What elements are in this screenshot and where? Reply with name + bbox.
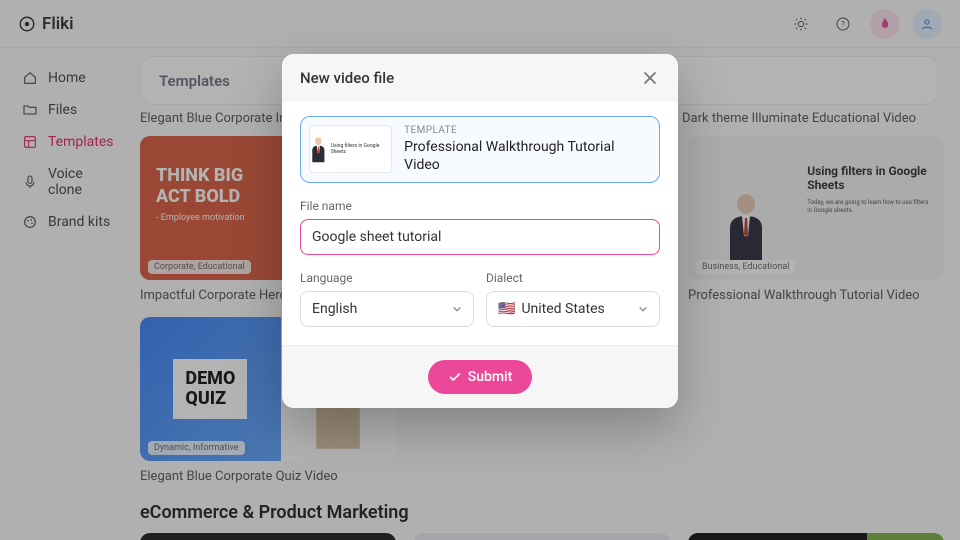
close-icon (640, 68, 660, 88)
language-select[interactable]: English (300, 291, 474, 327)
file-name-label: File name (300, 199, 660, 213)
language-label: Language (300, 271, 474, 285)
modal-title: New video file (300, 69, 394, 87)
template-thumb-text: Using filters in Google Sheets (331, 143, 391, 155)
new-video-modal: New video file Using filters in Google S… (282, 54, 678, 408)
presenter-avatar-icon (310, 130, 327, 168)
chevron-down-icon (638, 304, 648, 314)
template-name: Professional Walkthrough Tutorial Video (404, 138, 651, 174)
dialect-select[interactable]: 🇺🇸 United States (486, 291, 660, 327)
dialect-value: United States (521, 301, 604, 317)
dialect-flag-icon: 🇺🇸 (498, 301, 515, 317)
submit-label: Submit (468, 369, 513, 385)
template-thumb: Using filters in Google Sheets (309, 125, 392, 173)
language-value: English (312, 301, 357, 317)
submit-button[interactable]: Submit (428, 360, 533, 394)
check-icon (448, 370, 462, 384)
selected-template-card[interactable]: Using filters in Google Sheets TEMPLATE … (300, 116, 660, 183)
chevron-down-icon (452, 304, 462, 314)
template-label: TEMPLATE (404, 125, 651, 136)
close-button[interactable] (640, 68, 660, 88)
dialect-label: Dialect (486, 271, 660, 285)
file-name-input[interactable] (300, 219, 660, 255)
modal-scrim[interactable]: New video file Using filters in Google S… (0, 0, 960, 540)
